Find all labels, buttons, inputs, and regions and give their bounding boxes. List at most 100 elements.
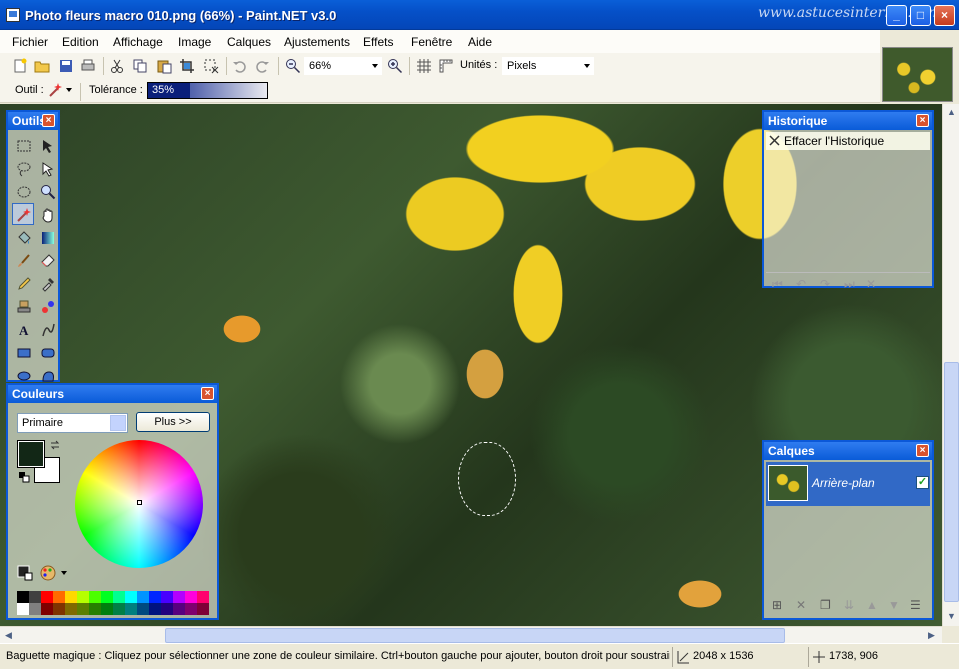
palette-swatch[interactable]	[137, 591, 149, 603]
grid-icon[interactable]	[416, 58, 432, 74]
tool-button[interactable]	[12, 180, 34, 202]
move-up-icon[interactable]: ▲	[866, 598, 878, 612]
palette-swatch[interactable]	[77, 603, 89, 615]
menu-effets[interactable]: Effets	[363, 35, 393, 49]
palette-swatch[interactable]	[101, 603, 113, 615]
colors-panel-header[interactable]: Couleurs ×	[8, 385, 217, 403]
magic-wand-icon[interactable]	[47, 82, 63, 98]
palette-swatch[interactable]	[137, 603, 149, 615]
layer-row[interactable]: Arrière-plan ✓	[766, 462, 930, 506]
move-down-icon[interactable]: ▼	[888, 598, 900, 612]
tool-button[interactable]	[36, 203, 58, 225]
close-icon[interactable]: ×	[916, 444, 929, 457]
vertical-scroll-thumb[interactable]	[944, 362, 959, 602]
palette-swatch[interactable]	[29, 603, 41, 615]
duplicate-layer-icon[interactable]: ❐	[820, 598, 831, 612]
palette-swatch[interactable]	[89, 603, 101, 615]
crop-to-selection-icon[interactable]	[179, 58, 195, 74]
palette-swatch[interactable]	[149, 591, 161, 603]
tool-button[interactable]	[36, 134, 58, 156]
palette-swatch[interactable]	[101, 591, 113, 603]
close-button[interactable]: ×	[934, 5, 955, 26]
tool-button[interactable]	[12, 341, 34, 363]
maximize-button[interactable]: □	[910, 5, 931, 26]
save-icon[interactable]	[58, 58, 74, 74]
palette-swatch[interactable]	[161, 603, 173, 615]
palette-swatch[interactable]	[53, 591, 65, 603]
ruler-icon[interactable]	[438, 58, 454, 74]
title-bar[interactable]: Photo fleurs macro 010.png (66%) - Paint…	[0, 0, 959, 30]
tool-button[interactable]	[36, 318, 58, 340]
tool-button[interactable]	[12, 272, 34, 294]
minimize-button[interactable]: _	[886, 5, 907, 26]
new-file-icon[interactable]	[12, 58, 28, 74]
palette-swatch[interactable]	[125, 591, 137, 603]
scroll-right-icon[interactable]: ▶	[924, 628, 939, 643]
cut-icon[interactable]	[109, 58, 125, 74]
reset-colors-icon[interactable]	[18, 471, 30, 483]
palette-swatch[interactable]	[53, 603, 65, 615]
menu-ajustements[interactable]: Ajustements	[284, 35, 350, 49]
tool-button[interactable]	[36, 295, 58, 317]
tool-button[interactable]	[36, 272, 58, 294]
tool-button[interactable]	[12, 134, 34, 156]
scroll-up-icon[interactable]: ▲	[944, 105, 959, 120]
scroll-left-icon[interactable]: ◀	[1, 628, 16, 643]
units-combo[interactable]: Pixels	[502, 57, 594, 75]
close-icon[interactable]: ×	[42, 114, 55, 127]
tool-button[interactable]	[36, 180, 58, 202]
tool-button[interactable]	[36, 249, 58, 271]
palette-swatch[interactable]	[125, 603, 137, 615]
palette-swatch[interactable]	[185, 591, 197, 603]
copy-icon[interactable]	[132, 58, 148, 74]
palette-swatch[interactable]	[77, 591, 89, 603]
palette-swatch[interactable]	[41, 591, 53, 603]
tool-button[interactable]	[12, 157, 34, 179]
palette-swatch[interactable]	[65, 591, 77, 603]
menu-fichier[interactable]: Fichier	[12, 35, 48, 49]
zoom-out-icon[interactable]	[285, 58, 301, 74]
palette-swatch[interactable]	[161, 591, 173, 603]
tool-button[interactable]	[12, 249, 34, 271]
tool-button[interactable]	[36, 226, 58, 248]
palette-menu-icon[interactable]	[39, 564, 57, 582]
menu-affichage[interactable]: Affichage	[113, 35, 163, 49]
palette-swatch[interactable]	[29, 591, 41, 603]
undo-icon[interactable]: ↶	[796, 277, 806, 291]
more-colors-button[interactable]: Plus >>	[136, 412, 210, 432]
tool-button[interactable]	[12, 295, 34, 317]
layers-panel-header[interactable]: Calques ×	[764, 442, 932, 460]
deselect-icon[interactable]	[203, 58, 219, 74]
menu-aide[interactable]: Aide	[468, 35, 492, 49]
tool-button[interactable]	[12, 203, 34, 225]
layer-properties-icon[interactable]: ☰	[910, 598, 921, 612]
palette-swatch[interactable]	[41, 603, 53, 615]
tool-dropdown-icon[interactable]	[66, 88, 72, 92]
color-wheel[interactable]	[75, 440, 203, 568]
undo-icon[interactable]	[232, 58, 248, 74]
tools-panel-header[interactable]: Outils ×	[8, 112, 58, 130]
zoom-in-icon[interactable]	[387, 58, 403, 74]
print-icon[interactable]	[80, 58, 96, 74]
scroll-down-icon[interactable]: ▼	[944, 609, 959, 624]
palette-swatch[interactable]	[173, 591, 185, 603]
redo-icon[interactable]	[254, 58, 270, 74]
vertical-scrollbar[interactable]: ▲ ▼	[942, 104, 959, 626]
horizontal-scroll-thumb[interactable]	[165, 628, 785, 643]
palette-swatch[interactable]	[197, 603, 209, 615]
close-icon[interactable]: ×	[916, 114, 929, 127]
history-panel-header[interactable]: Historique ×	[764, 112, 932, 130]
palette-swatch[interactable]	[113, 603, 125, 615]
tolerance-slider[interactable]: 35%	[147, 82, 268, 99]
primary-color-swatch[interactable]	[17, 440, 45, 468]
menu-fenetre[interactable]: Fenêtre	[411, 35, 452, 49]
palette-swatch[interactable]	[185, 603, 197, 615]
color-mode-select[interactable]: Primaire	[17, 413, 128, 433]
chevron-down-icon[interactable]	[61, 571, 67, 575]
palette-swatch[interactable]	[173, 603, 185, 615]
tool-button[interactable]	[36, 157, 58, 179]
paste-icon[interactable]	[156, 58, 172, 74]
menu-calques[interactable]: Calques	[227, 35, 271, 49]
palette-swatch[interactable]	[197, 591, 209, 603]
image-thumbnail[interactable]	[882, 47, 953, 102]
